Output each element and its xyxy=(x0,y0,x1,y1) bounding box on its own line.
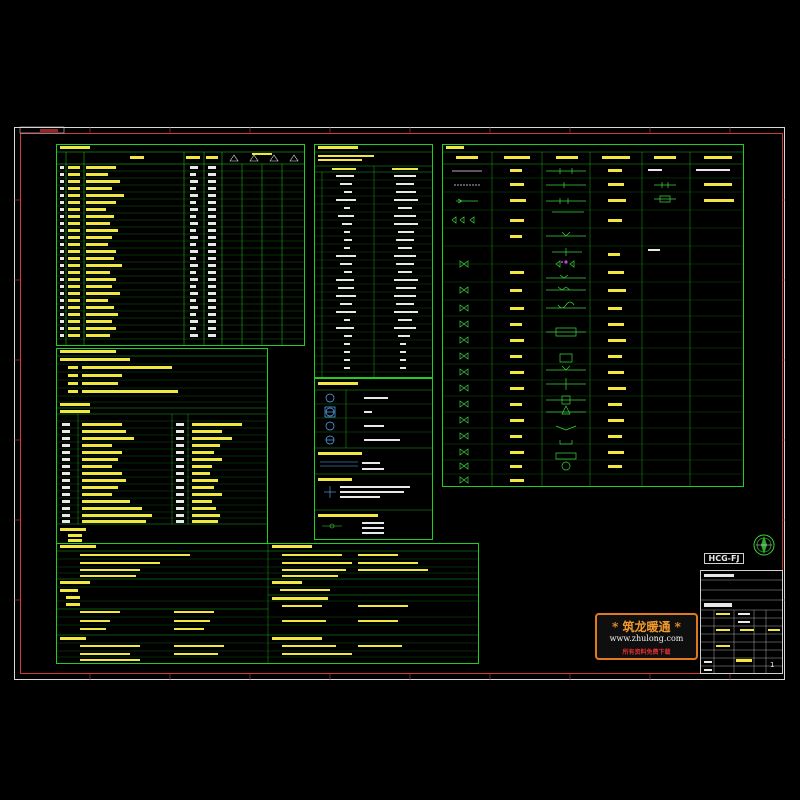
instrument-bubble-icon xyxy=(324,393,336,445)
watermark-title: * 筑龙暖通 * xyxy=(612,620,681,634)
watermark-note: 所有资料免费下载 xyxy=(622,649,671,656)
north-arrow-icon xyxy=(752,533,776,557)
equipment-table-grid xyxy=(56,146,305,346)
valve-legend-grid xyxy=(442,146,744,487)
abbreviation-table-grid xyxy=(56,350,268,542)
watermark-url: www.zhulong.com xyxy=(609,634,684,643)
notes-table-grid xyxy=(56,543,479,664)
instrument-code-grid xyxy=(314,146,433,378)
sheet-number: 1 xyxy=(770,661,775,669)
title-block-grid xyxy=(700,574,783,674)
valve-symbol-icon xyxy=(451,168,676,484)
drawing-code: HCG-FJ xyxy=(704,553,744,564)
watermark-stamp: * 筑龙暖通 * www.zhulong.com 所有资料免费下载 xyxy=(595,613,698,660)
instrument-symbol-grid xyxy=(314,382,433,534)
